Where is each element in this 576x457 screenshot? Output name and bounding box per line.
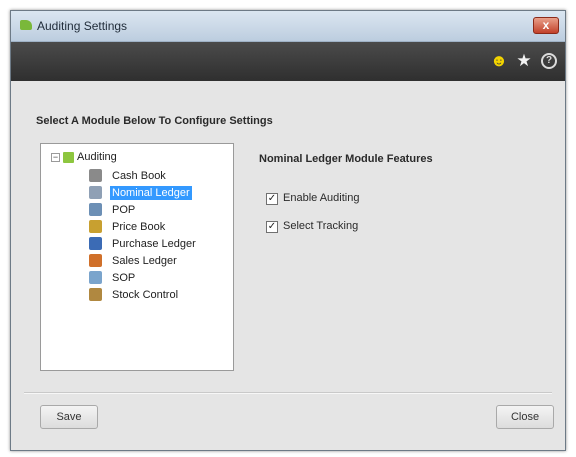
tree-root-label: Auditing (77, 151, 117, 163)
select-tracking-label: Select Tracking (283, 220, 359, 232)
nominal-ledger-icon (89, 186, 102, 199)
enable-auditing-checkbox[interactable]: ✓ (266, 193, 278, 205)
tree-item-label: Nominal Ledger (110, 186, 192, 200)
price-book-icon (89, 220, 102, 233)
footer-divider (24, 392, 552, 394)
pop-icon (89, 203, 102, 216)
tree-item-label: Price Book (112, 221, 166, 233)
cash-book-icon (89, 169, 102, 182)
window-close-button[interactable]: x (533, 17, 559, 34)
sales-ledger-icon (89, 254, 102, 267)
window-title: Auditing Settings (37, 19, 128, 33)
tree-item-label: Cash Book (112, 170, 166, 182)
toolbar: ☻ ★ ? (11, 42, 565, 81)
tree-item-label: Stock Control (112, 289, 179, 301)
select-tracking-checkbox[interactable]: ✓ (266, 221, 278, 233)
sop-icon (89, 271, 102, 284)
star-icon[interactable]: ★ (515, 52, 533, 70)
save-button[interactable]: Save (40, 405, 98, 429)
stock-control-icon (89, 288, 102, 301)
help-icon[interactable]: ? (541, 53, 557, 69)
tree-item-label: SOP (112, 272, 136, 284)
close-button[interactable]: Close (496, 405, 554, 429)
features-title: Nominal Ledger Module Features (259, 153, 433, 165)
enable-auditing-label: Enable Auditing (283, 192, 360, 204)
tree-item-label: Purchase Ledger (112, 238, 196, 250)
title-bar: Auditing Settings x (11, 11, 565, 42)
tree-item-label: POP (112, 204, 136, 216)
module-tree[interactable]: − Auditing Cash Book Nominal Ledger POP … (40, 143, 234, 371)
collapse-icon[interactable]: − (51, 153, 60, 162)
smiley-icon[interactable]: ☻ (490, 52, 508, 70)
folder-icon (63, 152, 74, 163)
instruction-text: Select A Module Below To Configure Setti… (36, 115, 273, 127)
app-icon (20, 20, 32, 30)
purchase-ledger-icon (89, 237, 102, 250)
tree-item-label: Sales Ledger (112, 255, 177, 267)
